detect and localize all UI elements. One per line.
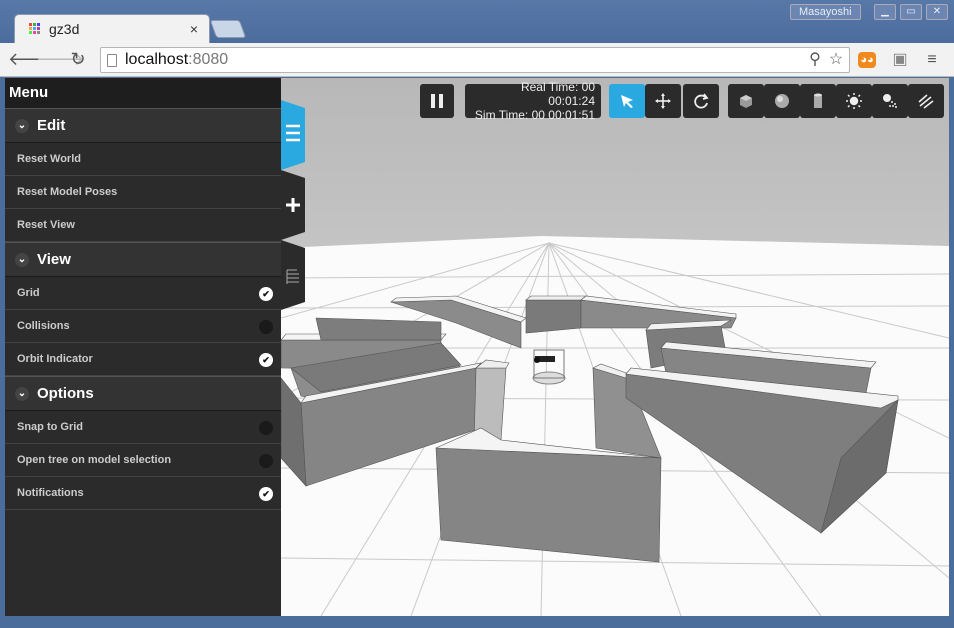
menu-item-label: Reset View: [17, 219, 75, 231]
section-label: Options: [37, 385, 94, 402]
browser-toolbar: 🡐 🡒 ↻ localhost:8080 ⚲ ☆ ◕◕ ▣ ≡: [0, 43, 954, 77]
back-icon[interactable]: 🡐: [8, 49, 56, 70]
new-tab-button[interactable]: [209, 20, 247, 38]
select-mode-button[interactable]: [609, 84, 645, 118]
insert-sphere-button[interactable]: [764, 84, 800, 118]
menu-item-snap-to-grid[interactable]: Snap to Grid: [5, 411, 281, 444]
section-options[interactable]: ⌄ Options: [5, 376, 281, 411]
pointlight-icon: [846, 93, 862, 109]
bookmark-star-icon[interactable]: ☆: [826, 51, 846, 69]
page-icon: [107, 53, 117, 67]
menu-item-label: Reset Model Poses: [17, 186, 118, 198]
zoom-icon[interactable]: ⚲: [805, 51, 825, 69]
menu-item-reset-view[interactable]: Reset View: [5, 209, 281, 242]
menu-title: Menu: [5, 78, 281, 108]
menu-tab[interactable]: [281, 100, 305, 170]
menu-item-collisions[interactable]: Collisions: [5, 310, 281, 343]
chrome-menu-icon[interactable]: ≡: [922, 51, 942, 69]
real-time: Real Time: 00 00:01:24: [520, 80, 595, 108]
menu-item-label: Notifications: [17, 487, 84, 499]
minimize-button[interactable]: ▁: [874, 4, 896, 20]
menu-item-orbit-indicator[interactable]: Orbit Indicator ✔: [5, 343, 281, 376]
address-bar[interactable]: localhost:8080: [100, 47, 850, 73]
unchecked-icon[interactable]: [259, 320, 273, 334]
close-window-button[interactable]: ✕: [926, 4, 948, 20]
checkmark-icon[interactable]: ✔: [259, 353, 273, 367]
insert-directionallight-button[interactable]: [908, 84, 944, 118]
menu-item-label: Snap to Grid: [17, 421, 83, 433]
reload-icon[interactable]: ↻: [64, 49, 92, 70]
sim-time: Sim Time: 00 00:01:51: [474, 108, 595, 122]
time-display: Real Time: 00 00:01:24 Sim Time: 00 00:0…: [465, 80, 601, 122]
checkmark-icon[interactable]: ✔: [259, 287, 273, 301]
forward-icon[interactable]: 🡒: [36, 49, 84, 70]
section-label: Edit: [37, 117, 66, 134]
menu-item-label: Orbit Indicator: [17, 353, 93, 365]
insert-tab[interactable]: [281, 170, 305, 240]
menu-item-reset-model-poses[interactable]: Reset Model Poses: [5, 176, 281, 209]
box-icon: [740, 95, 752, 108]
menu-panel: Menu ⌄ Edit Reset World Reset Model Pose…: [5, 78, 281, 616]
unchecked-icon[interactable]: [259, 454, 273, 468]
menu-item-grid[interactable]: Grid ✔: [5, 277, 281, 310]
translate-mode-button[interactable]: [645, 84, 681, 118]
insert-cylinder-button[interactable]: [800, 84, 836, 118]
browser-tab[interactable]: gz3d ×: [14, 14, 210, 43]
directionallight-icon: [918, 94, 934, 109]
menu-item-reset-world[interactable]: Reset World: [5, 143, 281, 176]
menu-item-label: Open tree on model selection: [17, 454, 172, 466]
rotate-mode-button[interactable]: [683, 84, 719, 118]
favicon-icon: [29, 23, 41, 35]
tree-tab[interactable]: [281, 240, 305, 310]
url-host: localhost: [125, 51, 189, 68]
unchecked-icon[interactable]: [259, 421, 273, 435]
pause-icon: [431, 94, 443, 108]
extension-icon[interactable]: ◕◕: [858, 52, 876, 68]
maximize-button[interactable]: ▭: [900, 4, 922, 20]
insert-pointlight-button[interactable]: [836, 84, 872, 118]
checkmark-icon[interactable]: ✔: [259, 487, 273, 501]
menu-item-open-tree[interactable]: Open tree on model selection: [5, 444, 281, 477]
3d-scene-viewport[interactable]: [281, 78, 949, 616]
section-edit[interactable]: ⌄ Edit: [5, 108, 281, 143]
section-view[interactable]: ⌄ View: [5, 242, 281, 277]
window-titlebar: gz3d × Masayoshi ▁ ▭ ✕: [0, 0, 954, 43]
close-tab-icon[interactable]: ×: [187, 21, 201, 37]
menu-item-notifications[interactable]: Notifications ✔: [5, 477, 281, 510]
menu-item-label: Reset World: [17, 153, 81, 165]
menu-item-label: Grid: [17, 287, 40, 299]
insert-box-button[interactable]: [728, 84, 764, 118]
sphere-icon: [775, 94, 789, 108]
section-label: View: [37, 251, 71, 268]
gz3d-app: Menu ⌄ Edit Reset World Reset Model Pose…: [5, 78, 949, 616]
tab-title: gz3d: [49, 21, 80, 37]
spotlight-icon: [883, 94, 897, 108]
cylinder-icon: [814, 93, 822, 108]
chevron-down-icon: ⌄: [15, 386, 29, 401]
extension2-icon[interactable]: ▣: [890, 51, 910, 69]
url-port: :8080: [188, 51, 229, 68]
pause-button[interactable]: [420, 84, 454, 118]
insert-spotlight-button[interactable]: [872, 84, 908, 118]
rotate-icon: [694, 93, 709, 109]
user-profile-button[interactable]: Masayoshi: [790, 4, 861, 20]
chevron-down-icon: ⌄: [15, 118, 29, 133]
menu-item-label: Collisions: [17, 320, 70, 332]
chevron-down-icon: ⌄: [15, 252, 29, 267]
translate-icon: [655, 93, 671, 109]
select-icon: [621, 95, 633, 108]
